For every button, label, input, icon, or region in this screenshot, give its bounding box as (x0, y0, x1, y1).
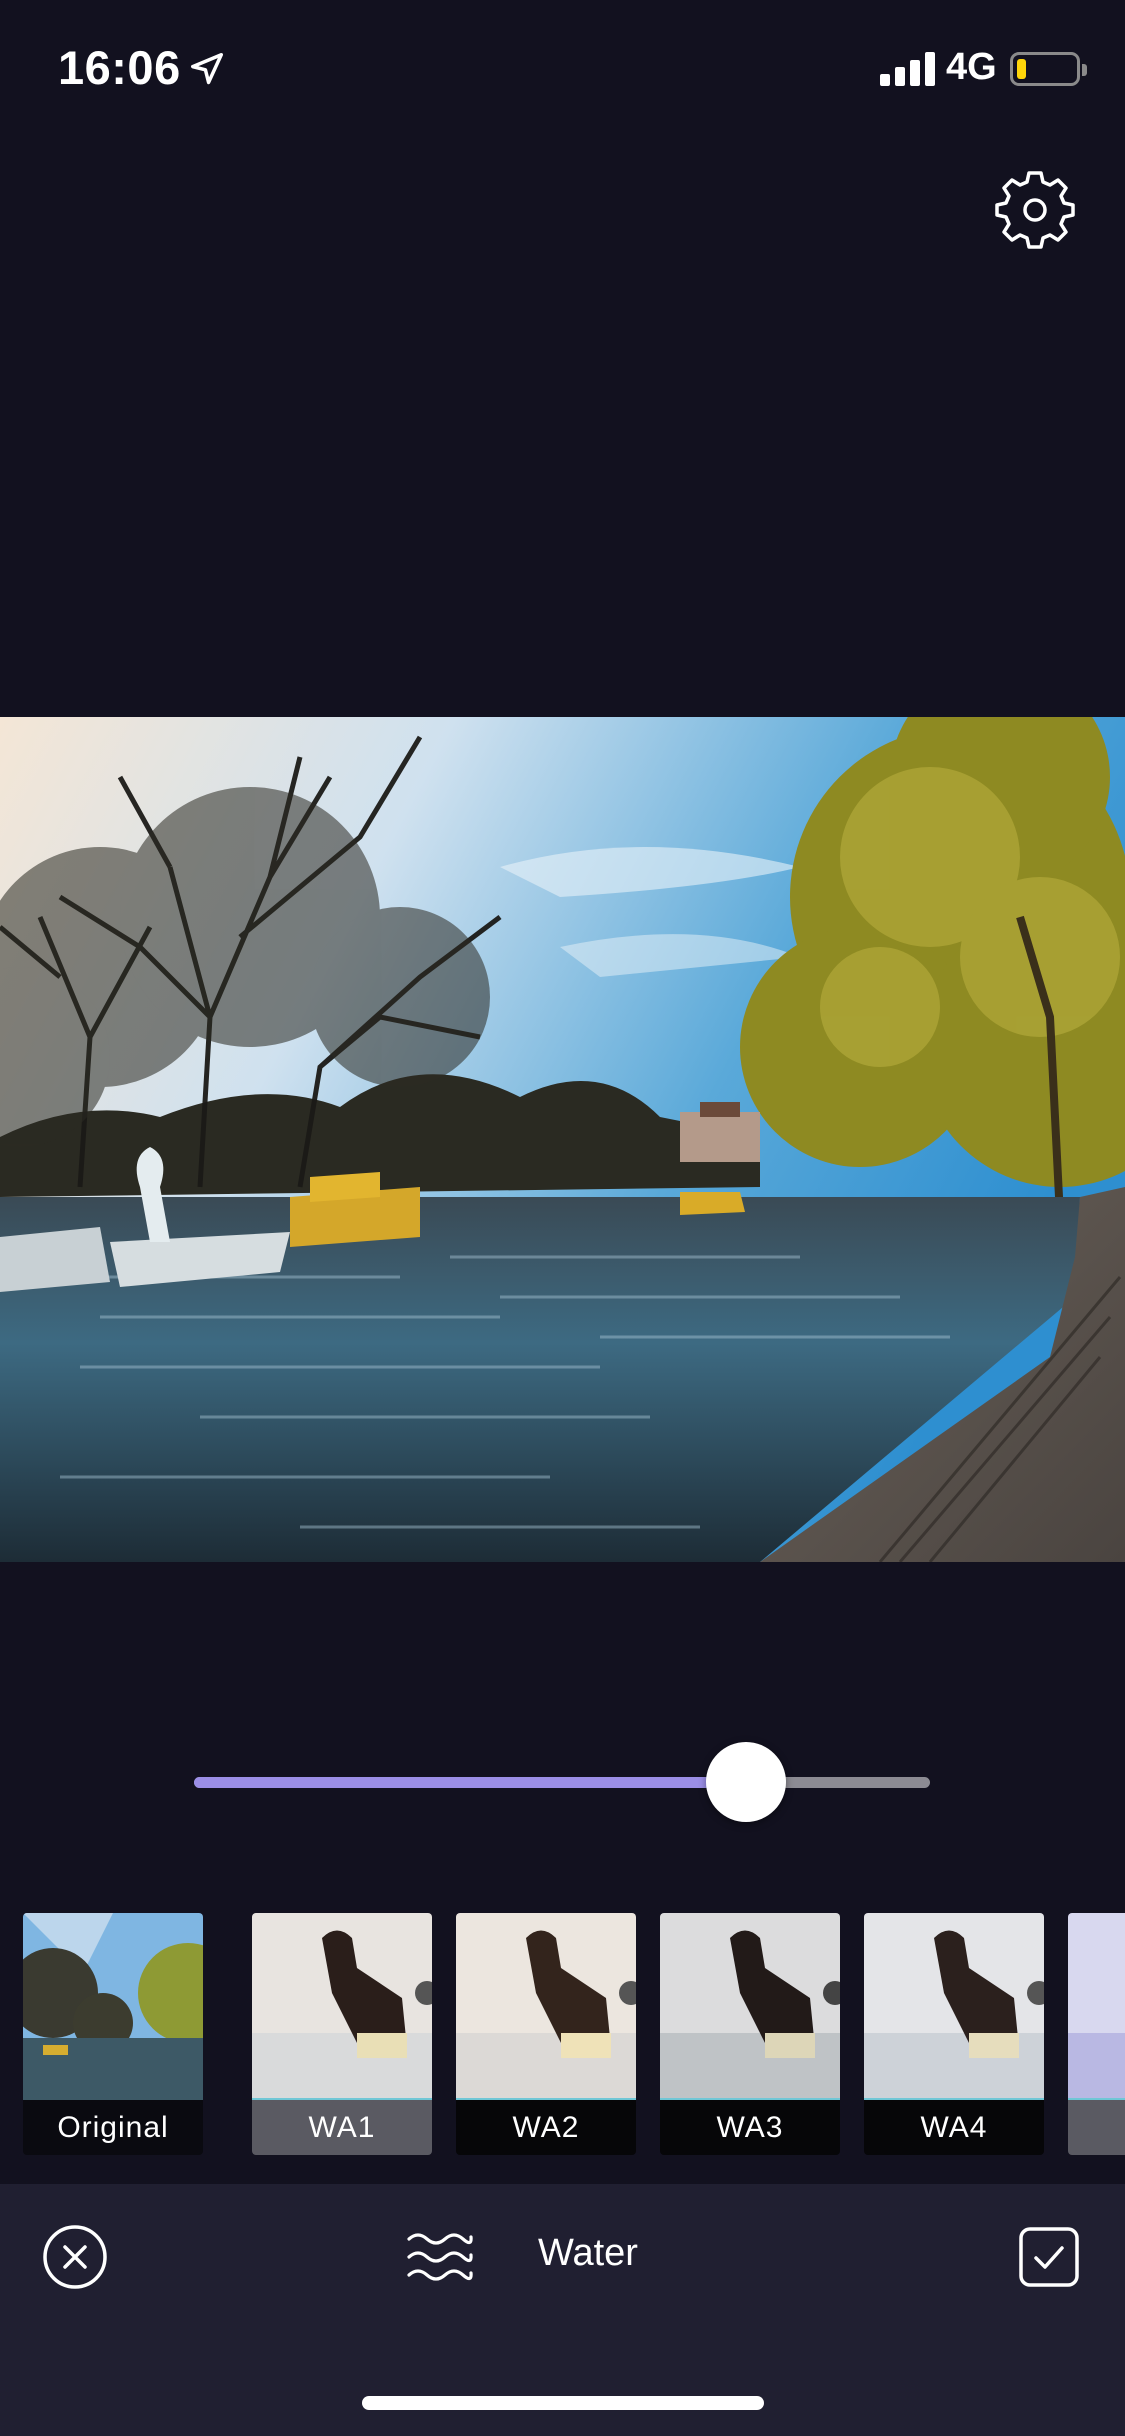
filter-label: WA3 (660, 2100, 840, 2155)
status-time: 16:06 (58, 41, 181, 94)
slider-fill (194, 1777, 746, 1788)
filter-label: Original (23, 2100, 203, 2155)
filter-thumbnail (456, 1913, 636, 2100)
filter-wa4[interactable]: WA4 (864, 1913, 1044, 2155)
filter-label: WA1 (252, 2100, 432, 2155)
photo-preview (0, 717, 1125, 1562)
battery-icon (1010, 52, 1087, 86)
water-waves-icon (407, 2233, 473, 2281)
filter-wa1[interactable]: WA1 (252, 1913, 432, 2155)
filter-thumbnail (660, 1913, 840, 2100)
home-indicator[interactable] (362, 2396, 764, 2410)
filter-thumbnail (1068, 1913, 1125, 2100)
gear-icon[interactable] (995, 170, 1075, 250)
bottom-toolbar: Water (0, 2184, 1125, 2436)
location-arrow-icon (191, 53, 223, 85)
filter-label: WA2 (456, 2100, 636, 2155)
slider-thumb[interactable] (706, 1742, 786, 1822)
checkmark-square-icon[interactable] (1018, 2226, 1080, 2288)
signal-icon (880, 52, 936, 86)
filter-label: WA4 (864, 2100, 1044, 2155)
filter-original[interactable]: Original (23, 1913, 203, 2155)
close-circle-icon[interactable] (42, 2224, 108, 2290)
filter-thumbnail (252, 1913, 432, 2100)
filter-thumbnail (23, 1913, 203, 2100)
category-title: Water (538, 2232, 638, 2274)
filter-wa3[interactable]: WA3 (660, 1913, 840, 2155)
filter-label (1068, 2100, 1125, 2155)
intensity-slider[interactable] (194, 1740, 930, 1824)
status-bar: 16:06 4G (0, 0, 1125, 140)
filter-wa5-partial[interactable] (1068, 1913, 1125, 2155)
filter-thumbnail (864, 1913, 1044, 2100)
network-type: 4G (946, 46, 997, 88)
filter-strip[interactable]: Original WA1 WA2 WA3 WA4 (0, 1913, 1125, 2157)
filter-wa2[interactable]: WA2 (456, 1913, 636, 2155)
